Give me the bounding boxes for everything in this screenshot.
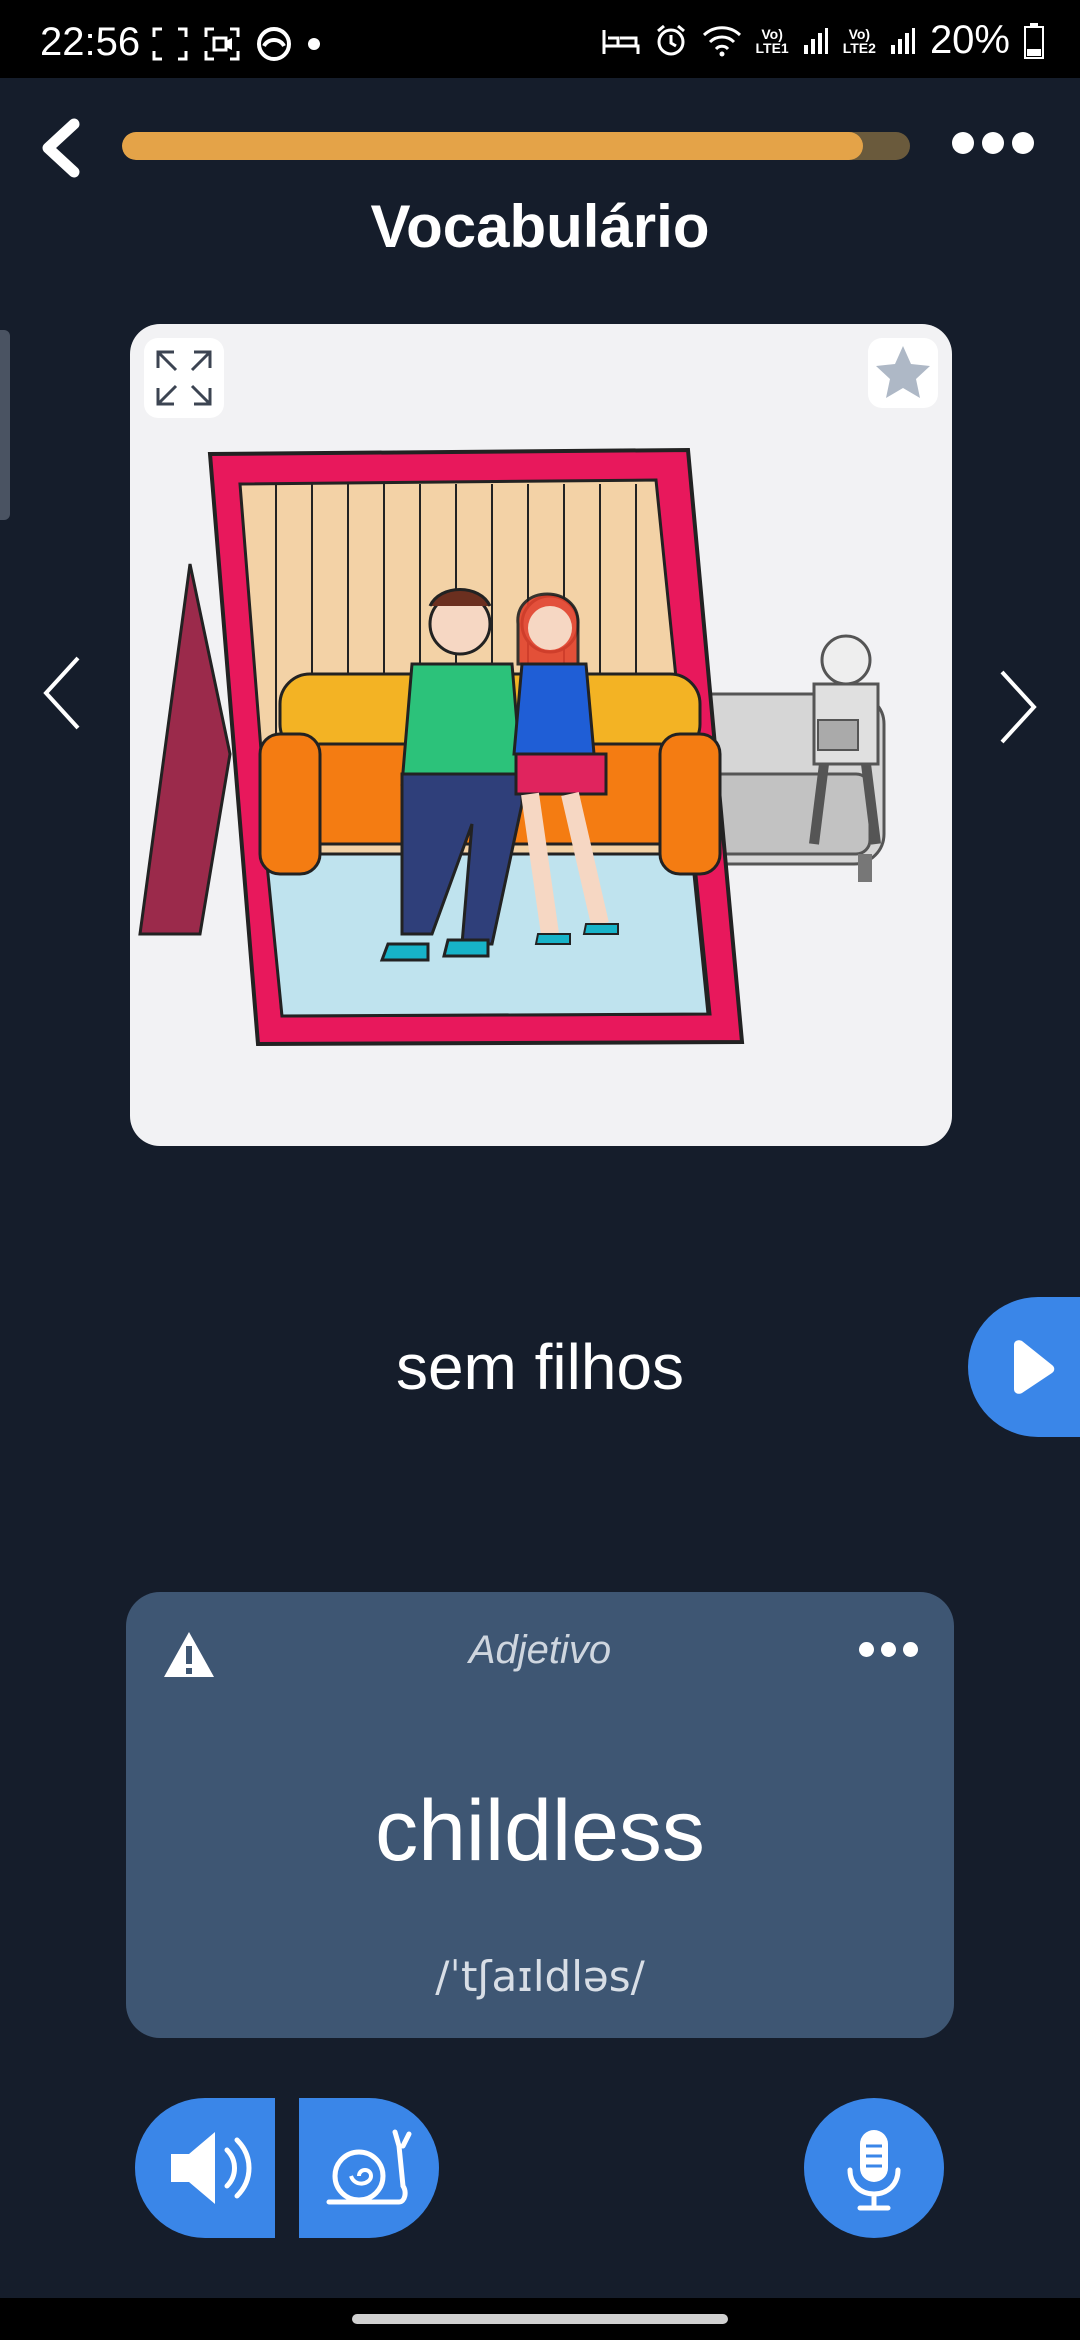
status-left-icons [152, 26, 320, 62]
phonetic-transcription: /ˈtʃaɪldləs/ [435, 1952, 645, 2001]
portuguese-word: sem filhos [395, 1331, 685, 1403]
previous-card-button[interactable] [34, 648, 94, 738]
side-drawer-handle[interactable] [0, 330, 10, 520]
more-dot [859, 1642, 874, 1657]
english-translation: childless [375, 1783, 705, 1879]
screen-record-icon [204, 27, 240, 61]
lesson-progress-fill [122, 132, 863, 160]
screenshot-icon [152, 27, 188, 61]
listen-button[interactable] [135, 2098, 275, 2238]
record-voice-button[interactable] [804, 2098, 944, 2238]
star-icon [876, 346, 930, 398]
sleep-mode-icon [602, 29, 640, 54]
card-more-button[interactable] [859, 1642, 918, 1657]
status-right: Vo) LTE1 Vo) LTE2 20% [602, 18, 1044, 63]
more-dot [903, 1642, 918, 1657]
notification-dot [308, 38, 320, 50]
battery-icon [1024, 22, 1044, 59]
play-audio-button[interactable] [968, 1297, 1080, 1437]
signal-icon-2 [890, 27, 915, 54]
battery-percent: 20% [929, 18, 1010, 62]
listen-slow-button[interactable] [299, 2098, 439, 2238]
network-label-1: Vo) LTE1 [755, 25, 789, 56]
more-dot [952, 132, 974, 154]
page-title: Vocabulário [370, 193, 710, 260]
translation-card: Adjetivo childless /ˈtʃaɪldləs/ [126, 1592, 954, 2038]
alarm-icon [656, 24, 685, 55]
edge-browser-icon [257, 27, 291, 61]
more-dot [881, 1642, 896, 1657]
signal-icon-1 [803, 27, 828, 54]
expand-image-button[interactable] [144, 338, 224, 418]
microphone-icon [847, 2130, 901, 2211]
more-dot [1012, 132, 1034, 154]
more-dot [982, 132, 1004, 154]
wifi-icon [702, 25, 741, 56]
status-time: 22:56 [40, 20, 141, 64]
status-bar: 22:56 Vo) LTE1 Vo) LTE2 20% [0, 0, 1080, 78]
lesson-progress-bar [122, 132, 910, 160]
home-gesture-bar[interactable] [352, 2314, 728, 2324]
snail-icon [326, 2129, 412, 2205]
play-icon [1014, 1340, 1055, 1394]
favorite-button[interactable] [868, 338, 938, 408]
network-label-2: Vo) LTE2 [842, 25, 876, 56]
next-card-button[interactable] [986, 662, 1046, 752]
more-options-button[interactable] [952, 132, 1034, 154]
part-of-speech-label: Adjetivo [468, 1628, 612, 1672]
speaker-icon [171, 2132, 252, 2204]
family-illustration [138, 447, 886, 1047]
back-button[interactable] [36, 118, 88, 178]
vocabulary-image-card[interactable] [130, 324, 952, 1146]
expand-icon [156, 350, 212, 406]
